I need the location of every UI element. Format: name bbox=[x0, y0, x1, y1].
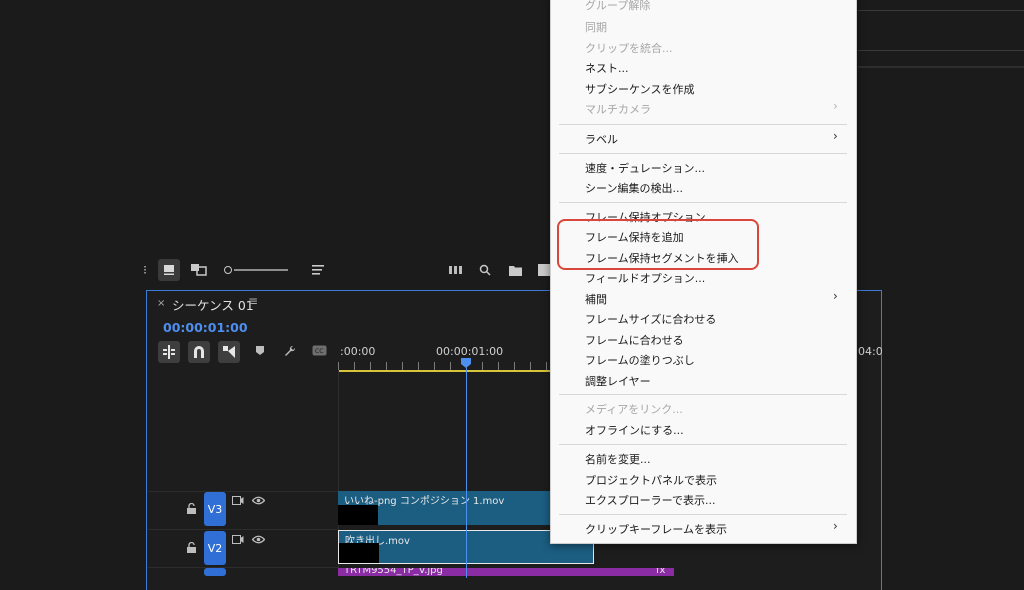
track-target-v3[interactable]: V3 bbox=[204, 492, 226, 526]
close-icon[interactable]: × bbox=[157, 298, 165, 309]
menu-item-link-media[interactable]: メディアをリンク... bbox=[585, 401, 683, 417]
sequence-tab-title[interactable]: シーケンス 01 bbox=[172, 295, 254, 314]
eye-icon[interactable] bbox=[251, 494, 266, 509]
display-icon[interactable] bbox=[158, 259, 180, 281]
clip-trtm-image[interactable]: TRTM9554_TP_V.jpg fx bbox=[338, 568, 674, 576]
snap-magnet-icon[interactable] bbox=[188, 341, 210, 363]
lock-icon[interactable] bbox=[187, 502, 196, 517]
menu-item-reveal-in-project[interactable]: プロジェクトパネルで表示 bbox=[585, 472, 717, 488]
linked-selection-icon[interactable] bbox=[218, 341, 240, 363]
menu-item-adjustment-layer[interactable]: 調整レイヤー bbox=[585, 373, 651, 389]
ruler-ticks[interactable] bbox=[338, 362, 550, 370]
submenu-arrow-icon: › bbox=[833, 99, 838, 113]
fx-badge: fx bbox=[656, 568, 666, 576]
marker-icon[interactable] bbox=[255, 345, 265, 359]
menu-item-set-to-frame-size[interactable]: フレームサイズに合わせる bbox=[585, 311, 716, 327]
submenu-arrow-icon: › bbox=[833, 289, 838, 303]
wrench-icon[interactable] bbox=[283, 345, 296, 361]
menu-item-make-subsequence[interactable]: サブシーケンスを作成 bbox=[585, 81, 694, 97]
submenu-arrow-icon: › bbox=[833, 519, 838, 533]
work-area-bar[interactable] bbox=[338, 370, 550, 372]
submenu-arrow-icon: › bbox=[833, 129, 838, 143]
folder-icon[interactable] bbox=[508, 262, 522, 278]
menu-item-ungroup[interactable]: グループ解除 bbox=[585, 0, 650, 13]
track-target-v1[interactable] bbox=[204, 568, 226, 576]
bars-icon[interactable] bbox=[448, 262, 464, 278]
track-target-v2[interactable]: V2 bbox=[204, 531, 226, 565]
menu-item-label[interactable]: ラベル bbox=[585, 131, 618, 147]
menu-separator bbox=[559, 153, 847, 154]
playhead-line[interactable] bbox=[466, 368, 467, 578]
menu-separator bbox=[559, 202, 847, 203]
menu-item-scene-edit-detection[interactable]: シーン編集の検出... bbox=[585, 180, 683, 196]
clip-iine-composition[interactable]: いいね-png コンポジション 1.mov bbox=[338, 491, 550, 525]
menu-separator bbox=[559, 124, 847, 125]
menu-item-rename[interactable]: 名前を変更... bbox=[585, 451, 651, 467]
wrap-icon[interactable]: ⁝ bbox=[140, 262, 150, 278]
lock-icon[interactable] bbox=[187, 541, 196, 556]
panel-menu-icon[interactable]: ≡ bbox=[248, 294, 258, 308]
menu-item-synchronize[interactable]: 同期 bbox=[585, 19, 607, 35]
menu-item-scale-to-frame[interactable]: フレームに合わせる bbox=[585, 332, 684, 348]
menu-item-speed-duration[interactable]: 速度・デュレーション... bbox=[585, 160, 705, 176]
menu-item-nest[interactable]: ネスト... bbox=[585, 60, 629, 76]
menu-separator bbox=[559, 514, 847, 515]
menu-item-make-offline[interactable]: オフラインにする... bbox=[585, 422, 684, 438]
eye-icon[interactable] bbox=[251, 533, 266, 548]
svg-text:CC: CC bbox=[315, 348, 323, 355]
zoom-slider[interactable] bbox=[224, 266, 288, 274]
menu-item-interpolation[interactable]: 補間 bbox=[585, 291, 607, 307]
menu-item-show-clip-keyframes[interactable]: クリップキーフレームを表示 bbox=[585, 521, 727, 537]
menu-separator bbox=[559, 444, 847, 445]
menu-item-fill-frame[interactable]: フレームの塗りつぶし bbox=[585, 352, 695, 368]
menu-item-field-options[interactable]: フィールドオプション... bbox=[585, 270, 705, 286]
context-menu: グループ解除 同期 クリップを統合... ネスト... サブシーケンスを作成 マ… bbox=[550, 0, 857, 544]
ripple-edit-icon[interactable] bbox=[158, 341, 180, 363]
ruler-mid-time: 00:00:01:00 bbox=[436, 345, 504, 358]
highlight-annotation bbox=[557, 219, 759, 270]
menu-lines-icon[interactable] bbox=[311, 262, 325, 278]
display-compare-icon[interactable] bbox=[190, 262, 208, 278]
menu-item-reveal-in-explorer[interactable]: エクスプローラーで表示... bbox=[585, 492, 716, 508]
menu-item-merge-clips[interactable]: クリップを統合... bbox=[585, 40, 673, 56]
menu-item-multicamera[interactable]: マルチカメラ bbox=[585, 101, 651, 117]
sync-lock-icon[interactable] bbox=[232, 495, 244, 508]
grid-icon[interactable] bbox=[538, 262, 550, 278]
ruler-start-time: :00:00 bbox=[340, 345, 376, 358]
ruler-end-time: 04:0 bbox=[858, 345, 883, 358]
search-icon[interactable] bbox=[478, 262, 492, 278]
sync-lock-icon[interactable] bbox=[232, 534, 244, 547]
timecode-display[interactable]: 00:00:01:00 bbox=[163, 320, 248, 335]
menu-separator bbox=[559, 394, 847, 395]
captions-icon[interactable]: CC bbox=[312, 345, 327, 359]
